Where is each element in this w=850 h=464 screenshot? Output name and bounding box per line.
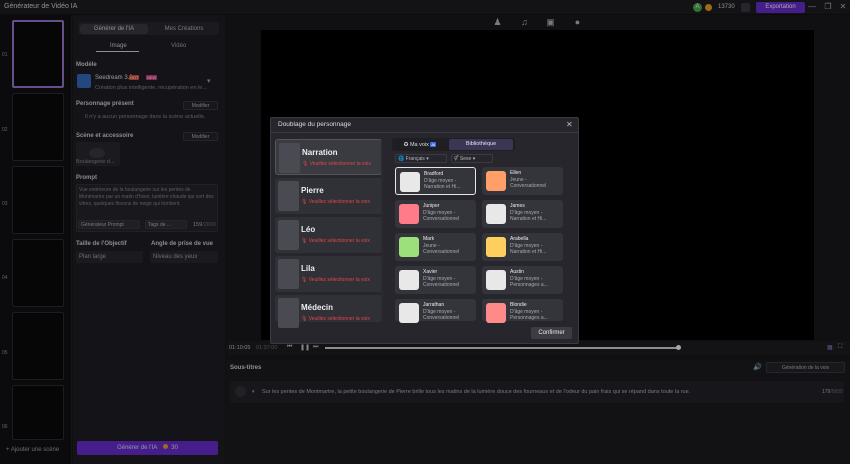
warning-label: Veuillez sélectionner la voix bbox=[308, 238, 370, 244]
tab-my-voice-label: Ma voix bbox=[409, 142, 429, 148]
voice-name: Bradford bbox=[424, 171, 444, 177]
language-filter-label: Français bbox=[405, 156, 425, 162]
voice-description: D'âge moyen - Personnages a... bbox=[510, 309, 548, 321]
gender-filter-label: Sexe bbox=[459, 156, 472, 162]
close-icon[interactable]: ✕ bbox=[566, 120, 573, 129]
voice-style: Conversationnel bbox=[423, 282, 460, 288]
voice-name: Ellen bbox=[510, 170, 522, 176]
warning-text: 🎙 Veuillez sélectionner la voix bbox=[301, 199, 370, 205]
voice-source-tabs: ✪ Ma voix AI Bibliothèque bbox=[392, 138, 515, 151]
warning-text: 🎙 Veuillez sélectionner la voix bbox=[301, 316, 370, 322]
ai-badge: AI bbox=[430, 142, 437, 147]
warning-text: 🎙 Veuillez sélectionner la voix bbox=[301, 238, 370, 244]
voice-card[interactable]: Mark Jeune - Conversationnel bbox=[395, 233, 476, 261]
voice-card[interactable]: Juniper D'âge moyen - Conversationnel bbox=[395, 200, 476, 228]
voice-card[interactable]: Ellen Jeune - Conversationnel bbox=[482, 167, 563, 195]
confirm-button[interactable]: Confirmer bbox=[531, 327, 572, 339]
chevron-down-icon: ▾ bbox=[471, 156, 476, 162]
voice-avatar bbox=[486, 270, 506, 290]
voice-description: D'âge moyen - Conversationnel bbox=[423, 210, 459, 222]
mic-icon: 🎙 bbox=[301, 316, 309, 322]
voice-avatar bbox=[400, 172, 420, 192]
voice-avatar bbox=[399, 237, 419, 257]
voice-card[interactable]: Blondie D'âge moyen - Personnages a... bbox=[482, 299, 563, 323]
language-filter[interactable]: 🌐 Français ▾ bbox=[395, 154, 447, 163]
voice-name: Mark bbox=[423, 236, 435, 242]
tab-my-voice[interactable]: ✪ Ma voix AI bbox=[394, 139, 446, 150]
warning-label: Veuillez sélectionner la voix bbox=[308, 316, 370, 322]
character-name: Médecin bbox=[301, 303, 334, 312]
voice-description: D'âge moyen - Narration et Hi... bbox=[424, 178, 460, 190]
character-scrollbar[interactable] bbox=[381, 139, 383, 321]
voice-card[interactable]: Xavier D'âge moyen - Conversationnel bbox=[395, 266, 476, 294]
voice-avatar bbox=[486, 171, 506, 191]
voice-avatar bbox=[486, 237, 506, 257]
warning-label: Veuillez sélectionner la voix bbox=[308, 277, 370, 283]
character-silhouette-icon bbox=[278, 220, 299, 250]
voice-avatar bbox=[486, 303, 506, 323]
character-silhouette-icon bbox=[278, 181, 299, 211]
voice-style: Conversationnel bbox=[510, 183, 547, 189]
voice-avatar bbox=[399, 204, 419, 224]
voice-style: Personnages a... bbox=[510, 315, 548, 321]
voice-description: Jeune - Conversationnel bbox=[510, 177, 546, 189]
character-name: Lila bbox=[301, 264, 315, 273]
voice-description: D'âge moyen - Conversationnel bbox=[423, 276, 459, 288]
voice-card[interactable]: Arabella D'âge moyen - Narration et Hi... bbox=[482, 233, 563, 261]
voice-name: Arabella bbox=[510, 236, 529, 242]
voice-description: D'âge moyen - Personnages a... bbox=[510, 276, 548, 288]
character-item[interactable]: Pierre 🎙 Veuillez sélectionner la voix bbox=[275, 178, 382, 214]
voice-style: Conversationnel bbox=[423, 216, 460, 222]
voice-style: Narration et Hi... bbox=[510, 216, 547, 222]
voice-description: D'âge moyen - Narration et Hi... bbox=[510, 210, 546, 222]
voice-card[interactable]: James D'âge moyen - Narration et Hi... bbox=[482, 200, 563, 228]
voice-description: D'âge moyen - Narration et Hi... bbox=[510, 243, 546, 255]
mic-icon: 🎙 bbox=[302, 161, 310, 167]
warning-text: 🎙 Veuillez sélectionner la voix bbox=[302, 161, 371, 167]
warning-label: Veuillez sélectionner la voix bbox=[309, 161, 371, 167]
globe-icon: 🌐 bbox=[398, 156, 406, 162]
voice-style: Narration et Hi... bbox=[424, 184, 461, 190]
voice-description: D'âge moyen - Conversationnel bbox=[423, 309, 459, 321]
chevron-down-icon: ▾ bbox=[424, 156, 429, 162]
voice-style: Personnages a... bbox=[510, 282, 548, 288]
character-item[interactable]: Lila 🎙 Veuillez sélectionner la voix bbox=[275, 256, 382, 292]
warning-text: 🎙 Veuillez sélectionner la voix bbox=[301, 277, 370, 283]
warning-label: Veuillez sélectionner la voix bbox=[308, 199, 370, 205]
mic-icon: 🎙 bbox=[301, 277, 309, 283]
voice-name: James bbox=[510, 203, 525, 209]
voice-name: Blondie bbox=[510, 302, 527, 308]
mic-icon: 🎙 bbox=[301, 238, 309, 244]
character-silhouette-icon bbox=[279, 143, 300, 173]
voice-card[interactable]: Austin D'âge moyen - Personnages a... bbox=[482, 266, 563, 294]
character-silhouette-icon bbox=[278, 259, 299, 289]
character-item[interactable]: Léo 🎙 Veuillez sélectionner la voix bbox=[275, 217, 382, 253]
voice-name: Jarrathan bbox=[423, 302, 445, 308]
voice-style: Conversationnel bbox=[423, 315, 460, 321]
mic-icon: 🎙 bbox=[301, 199, 309, 205]
character-item[interactable]: Médecin 🎙 Veuillez sélectionner la voix bbox=[275, 295, 382, 328]
character-name: Narration bbox=[302, 148, 338, 157]
gender-filter[interactable]: ⚥ Sexe ▾ bbox=[451, 154, 493, 163]
voice-name: Xavier bbox=[423, 269, 438, 275]
voice-style: Narration et Hi... bbox=[510, 249, 547, 255]
character-item[interactable]: Narration 🎙 Veuillez sélectionner la voix bbox=[275, 139, 382, 175]
voice-card[interactable]: Jarrathan D'âge moyen - Conversationnel bbox=[395, 299, 476, 323]
voice-card[interactable]: Bradford D'âge moyen - Narration et Hi... bbox=[395, 167, 476, 195]
voice-avatar bbox=[399, 270, 419, 290]
voice-name: Austin bbox=[510, 269, 524, 275]
voice-description: Jeune - Conversationnel bbox=[423, 243, 459, 255]
modal-divider bbox=[270, 132, 579, 133]
voice-avatar bbox=[486, 204, 506, 224]
modal-title: Doublage du personnage bbox=[278, 121, 352, 128]
tab-library[interactable]: Bibliothèque bbox=[449, 139, 513, 150]
character-name: Léo bbox=[301, 225, 316, 234]
character-name: Pierre bbox=[301, 186, 324, 195]
voice-name: Juniper bbox=[423, 203, 440, 209]
voice-avatar bbox=[399, 303, 419, 323]
voice-style: Conversationnel bbox=[423, 249, 460, 255]
character-silhouette-icon bbox=[278, 298, 299, 328]
